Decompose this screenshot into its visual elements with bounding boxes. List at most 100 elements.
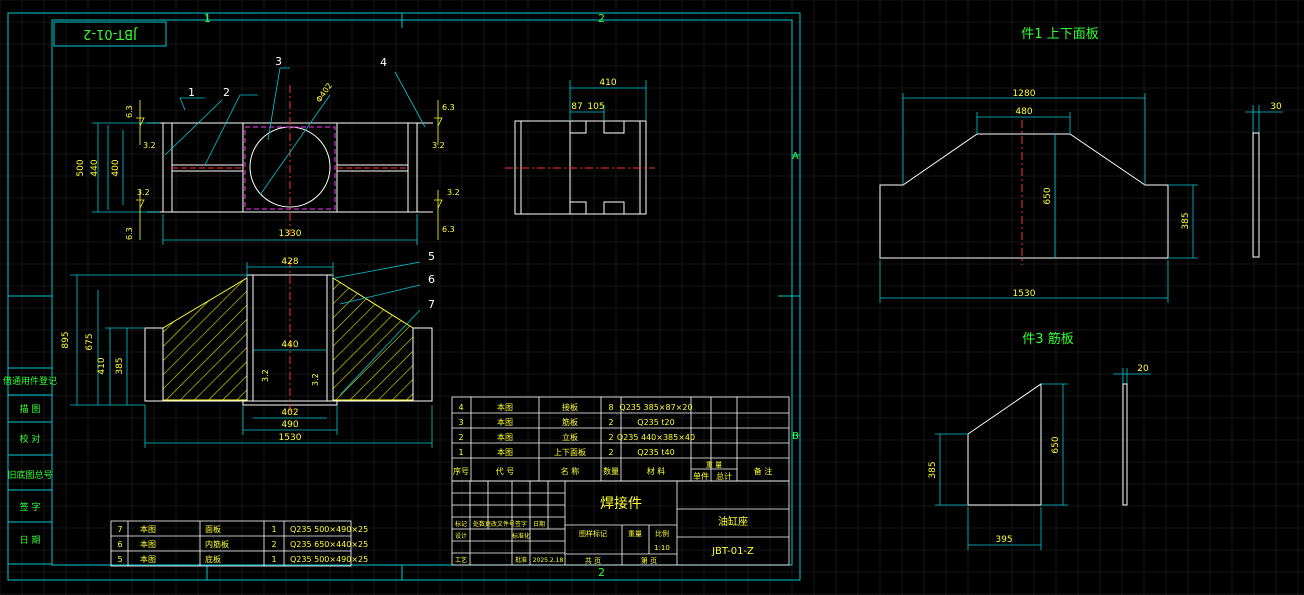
dim-428: 428 [281,257,298,267]
dim-490: 490 [281,420,298,430]
weld-mark: 6.3 [442,103,455,112]
dim-440: 440 [90,159,100,176]
dim-385: 385 [115,357,125,374]
side-label-date: 日 期 [20,535,41,546]
title-block-code: JBT-01-Z [711,546,754,557]
bom-upper-header: 材 料 [647,466,666,476]
title-block-scale: 比例 [655,529,669,538]
bom-lower-cell: 2 [271,540,276,549]
side-label-trace: 描 图 [20,403,41,415]
zone-label-1: 1 [204,12,211,25]
part1-dim-650: 650 [1043,187,1053,204]
title-standard: 标准化 [512,532,530,540]
bom-upper-cell: 上下面板 [554,447,586,457]
bom-upper-cell: 4 [458,403,463,412]
dim-500: 500 [76,159,86,176]
title-approve: 批准 [515,556,527,564]
bom-upper-header: 总计 [716,471,732,481]
bom-lower-cell: Q235 650×440×25 [290,540,368,549]
bom-lower-cell: Q235 500×490×25 [290,525,368,534]
callout-7: 7 [428,298,435,311]
bom-upper-cell: 2 [608,433,613,442]
weld-mark: 3.2 [447,188,460,197]
bom-upper-cell: 本图 [497,432,513,442]
part3-dim-385: 385 [928,461,938,478]
title-block-sheet: 第 页 [641,556,657,565]
dim-440-front: 440 [281,340,298,350]
callout-5: 5 [428,250,435,263]
weld-mark: 3.2 [137,188,150,197]
part3-dim-650: 650 [1051,436,1061,453]
title-block-name: 焊接件 [600,495,642,512]
bom-upper-cell: 本图 [497,417,513,427]
dim-895: 895 [61,331,71,348]
bom-upper-header: 序号 [453,466,469,476]
dim-402: 402 [281,408,298,418]
bom-upper-cell: Q235 385×87×20 [619,403,692,412]
zone-label-2: 2 [598,12,605,25]
callout-6: 6 [428,273,435,286]
bom-upper-cell: 本图 [497,402,513,412]
bom-upper-header: 单件 [693,471,709,481]
dim-1530-front: 1530 [279,433,302,443]
bom-lower-cell: 5 [117,555,122,564]
bom-lower-cell: 7 [117,525,122,534]
part3-dim-395: 395 [995,535,1012,545]
mirrored-drawing-code: JBT-01-2 [83,26,138,41]
bom-upper-cell: 2 [608,418,613,427]
title-design: 设计 [455,532,467,540]
part3-title: 件3 筋板 [1022,331,1073,347]
title-block-stage: 图样标记 [579,529,607,538]
bom-lower-cell: 面板 [205,524,221,534]
dim-675: 675 [85,333,95,350]
title-block-scale-value: 1:10 [654,544,670,552]
bom-upper-cell: Q235 t20 [637,418,674,427]
dim-105: 105 [587,102,604,112]
title-block-total: 共 页 [585,556,601,565]
bom-upper-cell: 3 [458,418,463,427]
bom-upper-cell: 筋板 [562,417,578,427]
cad-drawing-canvas[interactable]: 1 2 2 A B JBT-01-2 借通用件登记 描 图 校 对 旧底图总号 … [0,0,1304,595]
title-row-label: 签字 [515,520,527,528]
bom-lower-cell: 1 [271,525,276,534]
weld-mark: 3.2 [432,141,445,150]
bom-lower-cell: 本图 [140,524,156,534]
weld-mark: 6.3 [125,105,134,118]
bom-lower-cell: Q235 500×490×25 [290,555,368,564]
callout-4: 4 [380,56,387,69]
bom-upper-cell: 立板 [562,432,578,442]
bom-lower-cell: 本图 [140,539,156,549]
title-process: 工艺 [455,556,467,564]
dim-410: 410 [599,78,616,88]
title-row-label: 处数 [473,520,485,528]
bom-upper-cell: 2 [608,448,613,457]
weld-mark: 6.3 [442,225,455,234]
part3-dim-20: 20 [1137,364,1149,374]
title-block-part: 油缸座 [718,515,748,528]
bom-upper-cell: Q235 440×385×40 [617,433,695,442]
bom-lower-cell: 本图 [140,554,156,564]
dim-87: 87 [571,102,582,112]
side-label-sign: 签 字 [20,501,41,513]
dim-400: 400 [111,159,121,176]
bom-upper-cell: 本图 [497,447,513,457]
part1-dim-1530: 1530 [1013,289,1036,299]
zone-label-b: B [792,431,799,442]
part1-dim-1280: 1280 [1013,89,1036,99]
bom-upper-cell: 8 [608,403,613,412]
zone-label-a: A [792,151,799,162]
weld-mark: 6.3 [125,227,134,240]
part1-title: 件1 上下面板 [1021,27,1098,42]
bom-upper-cell: 接板 [562,402,578,412]
bom-upper-header: 名 称 [561,466,580,476]
bom-upper-cell: 1 [458,448,463,457]
dim-410-front: 410 [97,357,107,374]
bom-upper-cell: 2 [458,433,463,442]
side-label-check: 校 对 [20,433,41,445]
title-row-label: 标记 [455,520,467,528]
side-label-old-number: 旧底图总号 [7,469,52,481]
title-block-weight: 重量 [628,530,642,538]
bom-upper-header: 数量 [603,466,619,476]
title-row-label: 更改文件号 [485,520,515,528]
bom-upper-header: 重 量 [706,461,722,469]
